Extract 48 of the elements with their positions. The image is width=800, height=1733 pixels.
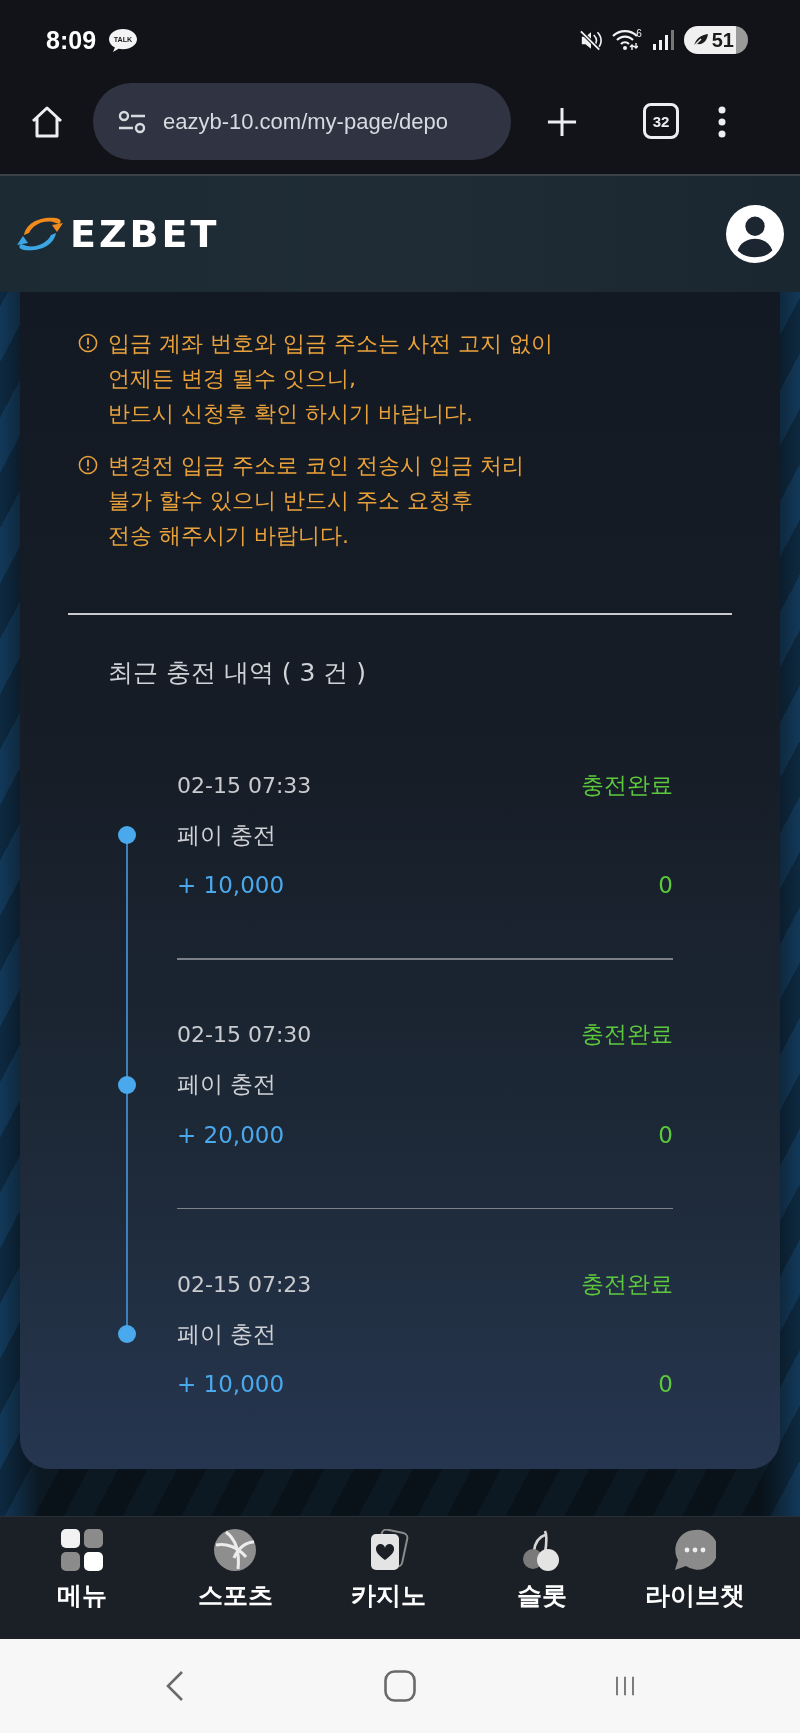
deposit-time: 02-15 07:33: [177, 772, 312, 798]
nav-tab[interactable]: 라이브챗: [618, 1529, 772, 1611]
nav-tab[interactable]: 스포츠: [158, 1529, 312, 1611]
leaf-icon: [692, 33, 709, 47]
logo-text: EZBET: [70, 215, 220, 253]
deposit-type: 페이 충전: [177, 1319, 277, 1349]
timeline-dot-icon: [118, 1325, 136, 1343]
notice-text: 입금 계좌 번호와 입금 주소는 사전 고지 없이 언제든 변경 될수 잇으니, 반드시 신청후 확인 하시기 바랍니다.: [108, 330, 553, 428]
nav-tab[interactable]: 메뉴: [5, 1529, 159, 1611]
bonus-amount: 0: [658, 1121, 673, 1148]
clock-time: 8:09: [46, 25, 97, 55]
deposit-time: 02-15 07:30: [177, 1022, 312, 1047]
rounded-square-icon: [384, 1670, 416, 1702]
deposit-amount: + 10,000: [177, 872, 285, 898]
deposit-type: 페이 충전: [177, 1070, 277, 1099]
nav-tab[interactable]: 슬롯: [465, 1529, 619, 1611]
signal-icon: [651, 30, 674, 50]
grid-icon: [60, 1529, 103, 1571]
history-title: 최근 충전 내역 ( 3 건 ): [108, 657, 368, 689]
battery-percent: 51: [711, 28, 734, 52]
address-bar[interactable]: eazyb-10.com/my-page/depo: [93, 83, 511, 160]
deposit-status: 충전완료: [581, 770, 673, 800]
url-text: eazyb-10.com/my-page/depo: [163, 108, 448, 135]
profile-button[interactable]: [726, 205, 784, 263]
nav-tab[interactable]: 카지노: [311, 1529, 466, 1611]
tab-count-button[interactable]: 32: [643, 103, 679, 139]
chat-bubble-icon: [674, 1529, 717, 1571]
timeline-dot-icon: [118, 1075, 136, 1094]
wifi-generation-label: 6: [636, 29, 642, 39]
user-avatar-icon: [726, 205, 784, 263]
plus-icon: [547, 106, 577, 137]
tune-icon: [117, 109, 147, 134]
ball-icon: [214, 1529, 257, 1571]
deposit-time: 02-15 07:23: [177, 1271, 312, 1297]
deposit-status: 충전완료: [581, 1269, 673, 1299]
warning-icon: [78, 455, 98, 475]
warning-icon: [78, 333, 98, 353]
bonus-amount: 0: [658, 872, 673, 898]
deposit-type: 페이 충전: [177, 820, 277, 850]
back-icon: [165, 1670, 185, 1702]
mute-icon: [580, 29, 603, 51]
deposit-status: 충전완료: [581, 1020, 673, 1049]
timeline-dot-icon: [118, 826, 136, 844]
notice-text: 변경전 입금 주소로 코인 전송시 입금 처리 불가 할수 있으니 반드시 주소 요청후 전송 해주시기 바랍니다.: [108, 452, 524, 550]
deposit-amount: + 20,000: [177, 1121, 285, 1148]
more-icon: [718, 105, 726, 138]
deposit-amount: + 10,000: [177, 1371, 285, 1397]
bonus-amount: 0: [658, 1371, 673, 1397]
